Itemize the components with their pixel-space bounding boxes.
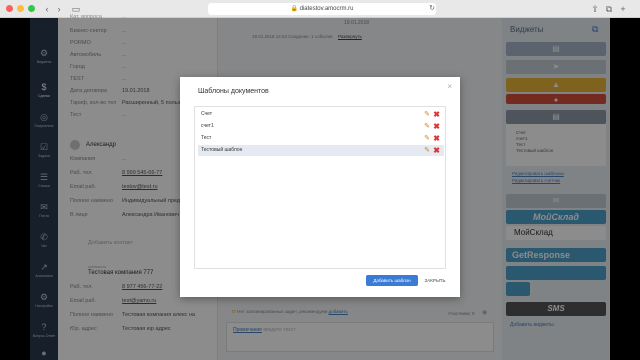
url-text: diatestov.amocrm.ru [299, 6, 354, 12]
back-icon[interactable]: ‹ [42, 3, 52, 15]
close-button[interactable]: ЗАКРЫТЬ [422, 275, 448, 286]
template-item[interactable]: Счет ✎ ✖ [198, 109, 444, 120]
template-item[interactable]: счет1 ✎ ✖ [198, 121, 444, 132]
share-icon[interactable]: ⇪ [590, 3, 600, 15]
new-tab-icon[interactable]: + [618, 3, 628, 15]
template-name: Тестовый шаблон [201, 147, 243, 153]
minimize-window-button[interactable] [17, 5, 24, 12]
edit-pencil-icon[interactable]: ✎ [424, 121, 430, 132]
close-window-button[interactable] [6, 5, 13, 12]
delete-icon[interactable]: ✖ [433, 121, 440, 132]
doc-templates-modal: Шаблоны документов × Счет ✎ ✖ счет1 ✎ ✖ … [180, 77, 460, 297]
edit-pencil-icon[interactable]: ✎ [424, 109, 430, 120]
address-bar[interactable]: 🔒 diatestov.amocrm.ru [208, 3, 436, 15]
edit-pencil-icon[interactable]: ✎ [424, 145, 430, 156]
add-template-button[interactable]: Добавить шаблон [366, 275, 418, 286]
modal-title: Шаблоны документов [198, 88, 269, 95]
delete-icon[interactable]: ✖ [433, 109, 440, 120]
maximize-window-button[interactable] [28, 5, 35, 12]
template-name: Счет [201, 111, 213, 117]
template-name: Тест [201, 135, 212, 141]
delete-icon[interactable]: ✖ [433, 133, 440, 144]
close-icon[interactable]: × [447, 82, 452, 91]
template-name: счет1 [201, 123, 214, 129]
tabs-icon[interactable]: ⧉ [604, 3, 614, 15]
edit-pencil-icon[interactable]: ✎ [424, 133, 430, 144]
lock-icon: 🔒 [290, 6, 300, 12]
reload-icon[interactable]: ↻ [428, 3, 436, 15]
templates-list: Счет ✎ ✖ счет1 ✎ ✖ Тест ✎ ✖ Тестовый шаб… [194, 106, 446, 269]
template-item[interactable]: Тестовый шаблон ✎ ✖ [198, 145, 444, 156]
delete-icon[interactable]: ✖ [433, 145, 440, 156]
forward-icon[interactable]: › [54, 3, 64, 15]
template-item[interactable]: Тест ✎ ✖ [198, 133, 444, 144]
